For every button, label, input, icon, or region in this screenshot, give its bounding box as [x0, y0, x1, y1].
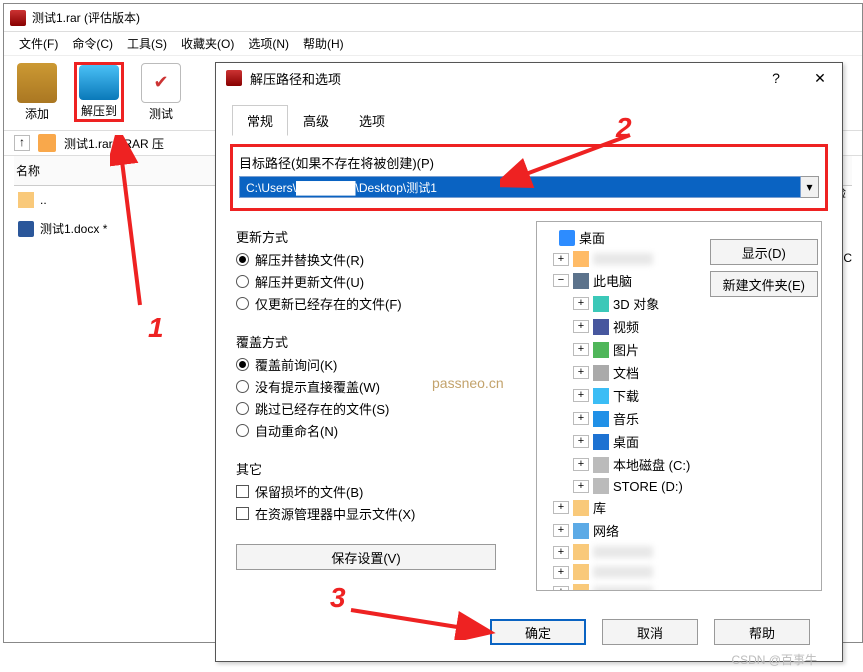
blurred-username [593, 253, 653, 265]
save-settings-button[interactable]: 保存设置(V) [236, 544, 496, 570]
3d-icon [593, 296, 609, 312]
menu-file[interactable]: 文件(F) [12, 31, 65, 56]
winrar-icon [10, 10, 26, 26]
overwrite-silent-radio[interactable]: 没有提示直接覆盖(W) [236, 377, 526, 396]
folder-open-icon [79, 65, 119, 100]
options-left-column: 更新方式 解压并替换文件(R) 解压并更新文件(U) 仅更新已经存在的文件(F)… [236, 211, 526, 581]
close-icon[interactable]: ✕ [798, 63, 842, 93]
folder-icon [573, 544, 589, 560]
update-existing-radio[interactable]: 仅更新已经存在的文件(F) [236, 294, 526, 313]
folder-icon [573, 584, 589, 591]
show-in-explorer-checkbox[interactable]: 在资源管理器中显示文件(X) [236, 504, 526, 523]
dialog-window-controls: ? ✕ [754, 63, 842, 93]
destination-dropdown-button[interactable]: ▾ [801, 176, 819, 198]
destination-label: 目标路径(如果不存在将被创建)(P) [239, 153, 819, 172]
pictures-icon [593, 342, 609, 358]
drive-d-icon [593, 478, 609, 494]
folder-icon [573, 564, 589, 580]
cancel-button[interactable]: 取消 [602, 619, 698, 645]
credit-text: CSDN @百事牛 [731, 651, 817, 668]
dialog-title: 解压路径和选项 [250, 69, 341, 88]
window-titlebar: 测试1.rar (评估版本) [4, 4, 862, 32]
expand-icon[interactable]: + [553, 253, 569, 266]
tab-general[interactable]: 常规 [232, 105, 288, 136]
extract-dialog: 解压路径和选项 ? ✕ 常规 高级 选项 目标路径(如果不存在将被创建)(P) … [215, 62, 843, 662]
menu-options[interactable]: 选项(N) [241, 31, 296, 56]
libraries-icon [573, 500, 589, 516]
menu-command[interactable]: 命令(C) [65, 31, 120, 56]
help-button[interactable]: ? [754, 63, 798, 93]
folder-tree[interactable]: 桌面 + −此电脑 +3D 对象 +视频 +图片 +文档 +下载 +音乐 +桌面… [536, 221, 822, 591]
keep-broken-checkbox[interactable]: 保留损坏的文件(B) [236, 482, 526, 501]
tab-panel-general: 目标路径(如果不存在将被创建)(P) ▾ 显示(D) 新建文件夹(E) 更新方式… [216, 144, 842, 581]
overwrite-mode-group: 覆盖方式 覆盖前询问(K) 没有提示直接覆盖(W) 跳过已经存在的文件(S) 自… [236, 324, 526, 443]
music-icon [593, 411, 609, 427]
books-icon [17, 63, 57, 103]
archive-icon [38, 134, 56, 152]
update-mode-group: 更新方式 解压并替换文件(R) 解压并更新文件(U) 仅更新已经存在的文件(F) [236, 219, 526, 316]
toolbar-extract-to-button[interactable]: 解压到 [74, 62, 124, 122]
toolbar-add-button[interactable]: 添加 [12, 62, 62, 122]
destination-path-input[interactable] [239, 176, 801, 198]
network-icon [573, 523, 589, 539]
drive-c-icon [593, 457, 609, 473]
overwrite-skip-radio[interactable]: 跳过已经存在的文件(S) [236, 399, 526, 418]
toolbar-test-button[interactable]: 测试 [136, 62, 186, 122]
window-title: 测试1.rar (评估版本) [32, 9, 140, 26]
pc-icon [573, 273, 589, 289]
archive-path: 测试1.rar - RAR 压 [64, 135, 164, 152]
video-icon [593, 319, 609, 335]
menubar: 文件(F) 命令(C) 工具(S) 收藏夹(O) 选项(N) 帮助(H) [4, 32, 862, 56]
collapse-icon[interactable]: − [553, 274, 569, 287]
menu-fav[interactable]: 收藏夹(O) [174, 31, 241, 56]
docx-icon [18, 221, 34, 237]
misc-group: 其它 保留损坏的文件(B) 在资源管理器中显示文件(X) [236, 451, 526, 526]
documents-icon [593, 365, 609, 381]
winrar-icon [226, 70, 242, 86]
help-button[interactable]: 帮助 [714, 619, 810, 645]
destination-frame: 目标路径(如果不存在将被创建)(P) ▾ [230, 144, 828, 211]
tab-advanced[interactable]: 高级 [288, 105, 344, 136]
update-replace-radio[interactable]: 解压并替换文件(R) [236, 250, 526, 269]
overwrite-rename-radio[interactable]: 自动重命名(N) [236, 421, 526, 440]
downloads-icon [593, 388, 609, 404]
user-icon [573, 251, 589, 267]
update-update-radio[interactable]: 解压并更新文件(U) [236, 272, 526, 291]
desktop-folder-icon [593, 434, 609, 450]
menu-help[interactable]: 帮助(H) [296, 31, 351, 56]
tab-options[interactable]: 选项 [344, 105, 400, 136]
overwrite-ask-radio[interactable]: 覆盖前询问(K) [236, 355, 526, 374]
desktop-icon [559, 230, 575, 246]
dialog-button-row: 确定 取消 帮助 [216, 619, 842, 645]
dialog-tabs: 常规 高级 选项 [216, 93, 842, 136]
dialog-titlebar: 解压路径和选项 [216, 63, 842, 93]
up-arrow-icon[interactable]: ↑ [14, 135, 30, 151]
folder-icon [18, 192, 34, 208]
menu-tools[interactable]: 工具(S) [120, 31, 174, 56]
checklist-icon [141, 63, 181, 103]
ok-button[interactable]: 确定 [490, 619, 586, 645]
